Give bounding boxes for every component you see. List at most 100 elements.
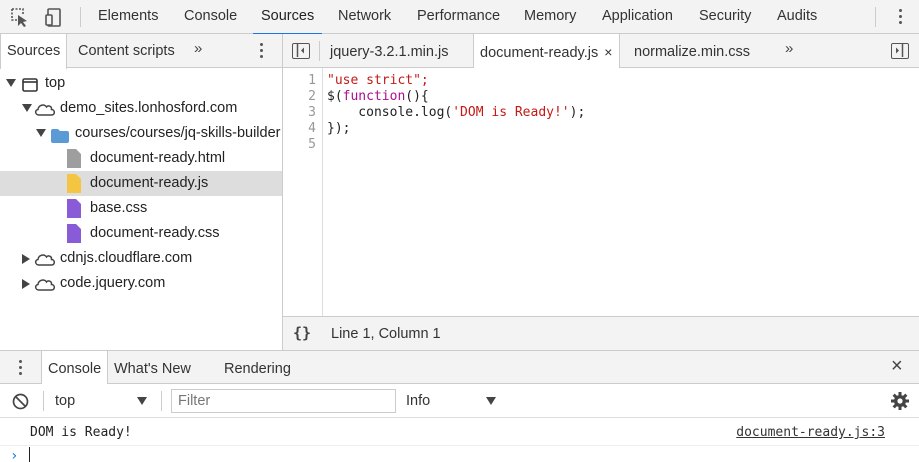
tab-audits[interactable]: Audits [777, 0, 817, 34]
more-tabs-icon[interactable]: » [785, 40, 793, 57]
toggle-navigator-icon[interactable] [292, 43, 310, 59]
css-file-icon [67, 224, 81, 243]
editor-tab-normalize[interactable]: normalize.min.css [634, 34, 750, 68]
editor-status-bar: {} Line 1, Column 1 [283, 316, 919, 350]
expand-arrow-icon[interactable] [22, 104, 32, 112]
toggle-debugger-icon[interactable] [891, 43, 909, 59]
html-file-icon [67, 149, 81, 168]
code-line: $(function(){ [327, 89, 429, 105]
close-tab-icon[interactable]: × [604, 44, 612, 60]
navigator-menu-icon[interactable] [260, 43, 264, 61]
tab-rendering[interactable]: Rendering [224, 351, 291, 384]
sources-navigator: Sources Content scripts » top demo_sites… [0, 34, 283, 350]
tab-memory[interactable]: Memory [524, 0, 576, 34]
drawer-tab-bar: Console What's New Rendering × [0, 350, 919, 385]
code-line: console.log('DOM is Ready!'); [327, 105, 585, 121]
tree-item-label: demo_sites.lonhosford.com [60, 100, 238, 116]
tab-console-drawer[interactable]: Console [41, 351, 109, 385]
toolbar-divider [43, 391, 44, 411]
expand-arrow-icon[interactable] [6, 79, 16, 87]
more-tabs-icon[interactable]: » [194, 40, 202, 57]
console-message: DOM is Ready! document-ready.js:3 [0, 418, 919, 446]
console-toolbar: top Info [0, 384, 919, 418]
code-string: 'DOM is Ready!' [452, 105, 570, 120]
code-keyword: function [342, 89, 406, 104]
editor-tab-label: document-ready.js [480, 45, 599, 61]
cloud-icon [33, 276, 57, 296]
code-line: "use strict"; [327, 73, 429, 89]
clear-console-icon[interactable] [12, 393, 29, 413]
chevron-down-icon[interactable] [137, 397, 147, 405]
chevron-down-icon[interactable] [486, 397, 496, 405]
toolbar-divider [80, 7, 81, 27]
customize-menu-icon[interactable] [899, 9, 903, 27]
editor-tab-document-ready[interactable]: document-ready.js × [473, 34, 621, 69]
tree-item-js-file[interactable]: document-ready.js [0, 171, 282, 196]
device-toolbar-icon[interactable] [44, 6, 66, 28]
tab-elements[interactable]: Elements [98, 0, 158, 34]
tab-sources-label: Sources [261, 8, 315, 24]
tree-item-demo-sites[interactable]: demo_sites.lonhosford.com [0, 96, 282, 121]
tree-item-code-jquery[interactable]: code.jquery.com [0, 271, 282, 296]
tree-item-label: document-ready.html [90, 150, 226, 166]
tree-item-cdnjs[interactable]: cdnjs.cloudflare.com [0, 246, 282, 271]
frame-icon [22, 76, 38, 96]
log-level-selector[interactable]: Info [406, 384, 430, 419]
context-selector[interactable]: top [55, 384, 75, 419]
console-prompt-icon: › [10, 448, 19, 462]
expand-arrow-icon[interactable] [22, 279, 30, 289]
tab-whats-new[interactable]: What's New [114, 351, 191, 384]
gear-icon[interactable] [891, 392, 909, 413]
tree-item-css-file[interactable]: base.css [0, 196, 282, 221]
expand-arrow-icon[interactable] [22, 254, 30, 264]
drawer-menu-icon[interactable] [19, 360, 23, 378]
cloud-icon [33, 101, 57, 121]
inspect-element-icon[interactable] [8, 6, 30, 28]
tab-application[interactable]: Application [602, 0, 673, 34]
code-token: ); [569, 105, 586, 120]
console-source-link[interactable]: document-ready.js:3 [736, 425, 885, 440]
console-input-cursor[interactable] [29, 447, 30, 462]
tab-sources-navigator[interactable]: Sources [0, 34, 68, 69]
css-file-icon [67, 199, 81, 218]
tab-content-scripts[interactable]: Content scripts [78, 34, 175, 68]
code-token: }); [327, 121, 351, 136]
tree-item-label: base.css [90, 200, 148, 216]
line-number[interactable]: 4 [308, 121, 316, 137]
editor-tab-bar: jquery-3.2.1.min.js document-ready.js × n… [283, 34, 919, 69]
editor-tab-jquery[interactable]: jquery-3.2.1.min.js [330, 34, 448, 68]
toolbar-divider [161, 391, 162, 411]
line-number[interactable]: 1 [308, 73, 316, 89]
code-editor[interactable]: 1 2 3 4 5 "use strict"; $(function(){ co… [283, 68, 919, 316]
tree-item-label: top [45, 75, 66, 91]
tab-security[interactable]: Security [699, 0, 751, 34]
tree-item-folder[interactable]: courses/courses/jq-skills-builder [0, 121, 282, 146]
main-toolbar: Elements Console Sources Network Perform… [0, 0, 919, 35]
code-token: (){ [405, 89, 429, 104]
tree-item-label: document-ready.js [90, 175, 209, 191]
tab-console[interactable]: Console [184, 0, 237, 34]
code-token: $( [327, 89, 343, 104]
tab-sources[interactable]: Sources [253, 0, 323, 35]
tree-item-label: document-ready.css [90, 225, 220, 241]
line-number[interactable]: 5 [308, 137, 316, 153]
code-token: console.log( [327, 105, 453, 120]
tab-performance[interactable]: Performance [417, 0, 500, 34]
js-file-icon [67, 174, 81, 193]
expand-arrow-icon[interactable] [36, 129, 46, 137]
close-drawer-icon[interactable]: × [891, 355, 903, 378]
toolbar-divider [875, 7, 876, 27]
filter-input[interactable] [171, 389, 396, 413]
tree-item-label: code.jquery.com [60, 275, 166, 291]
navigator-tabs: Sources Content scripts » [0, 34, 282, 69]
console-message-text: DOM is Ready! [30, 425, 132, 440]
code-line: }); [327, 121, 350, 137]
pretty-print-icon[interactable]: {} [293, 324, 311, 342]
tree-item-top[interactable]: top [0, 71, 282, 96]
tree-item-html-file[interactable]: document-ready.html [0, 146, 282, 171]
tree-item-css-file[interactable]: document-ready.css [0, 221, 282, 246]
line-number[interactable]: 2 [308, 89, 316, 105]
tab-network[interactable]: Network [338, 0, 391, 34]
line-number[interactable]: 3 [308, 105, 316, 121]
tree-item-label: cdnjs.cloudflare.com [60, 250, 193, 266]
